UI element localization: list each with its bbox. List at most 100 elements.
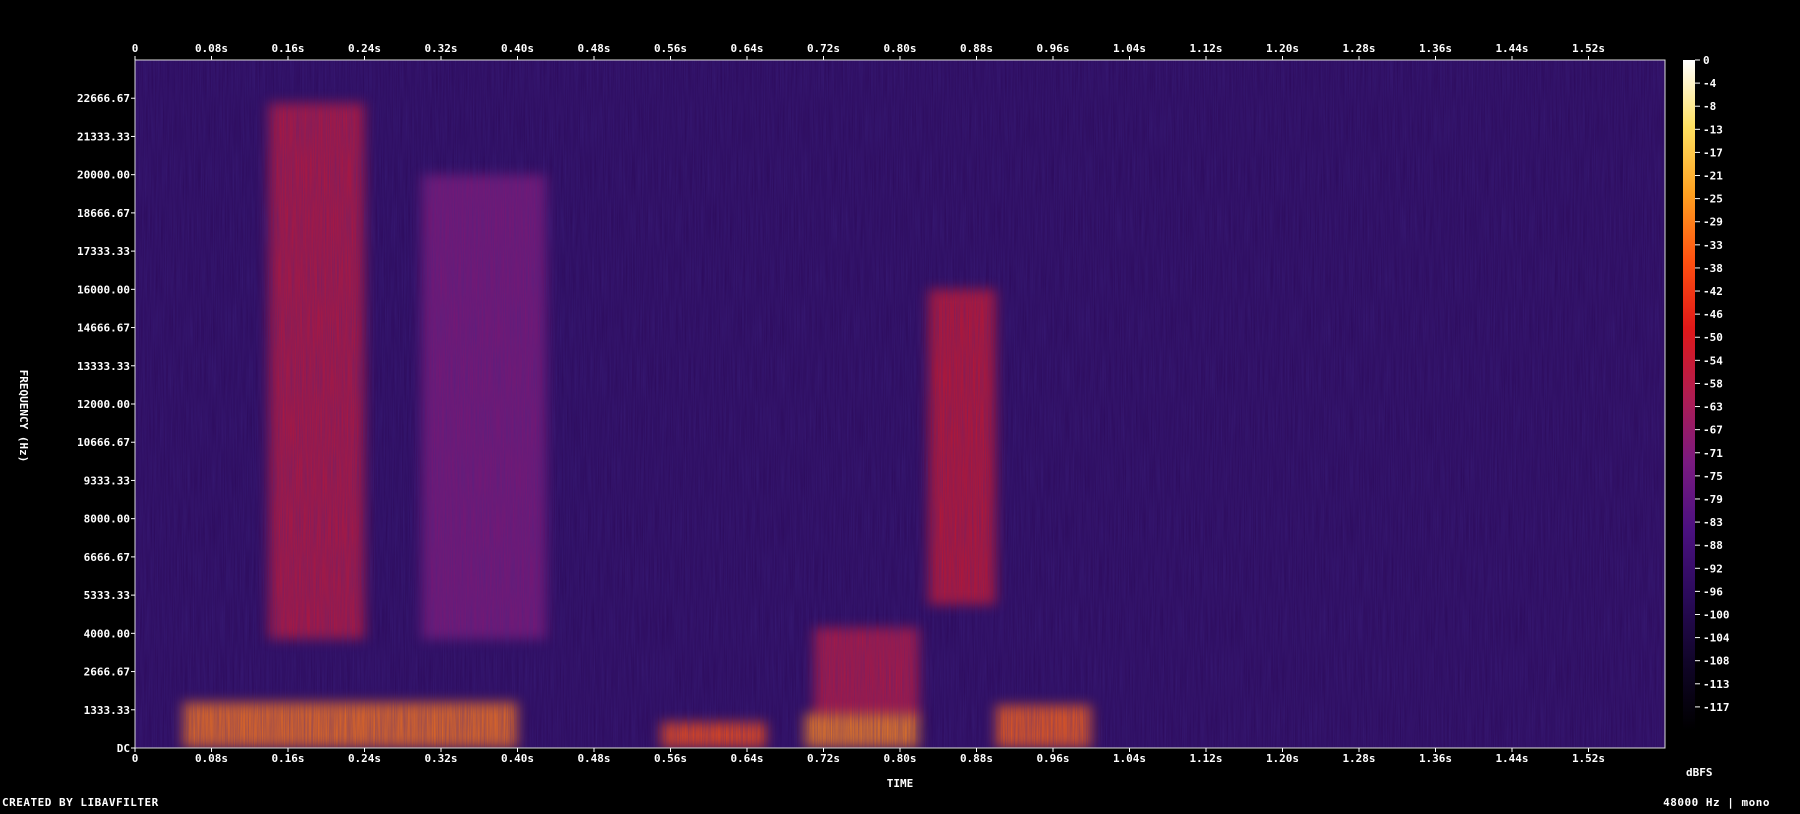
x-tick-label: 0.32s xyxy=(424,42,457,55)
y-tick-label: 16000.00 xyxy=(77,283,130,296)
x-tick-label: 0.88s xyxy=(960,752,993,765)
x-tick-label: 0.64s xyxy=(730,752,763,765)
y-tick-label: 14666.67 xyxy=(77,322,130,335)
y-tick-label: 2666.67 xyxy=(84,666,130,679)
colorbar-tick-label: -46 xyxy=(1703,308,1723,321)
colorbar-tick-label: -79 xyxy=(1703,493,1723,506)
colorbar-unit: dBFS xyxy=(1686,766,1713,779)
colorbar-tick-label: -42 xyxy=(1703,285,1723,298)
colorbar-tick-label: -29 xyxy=(1703,216,1723,229)
x-tick-label: 0.24s xyxy=(348,42,381,55)
y-tick-label: 6666.67 xyxy=(84,551,130,564)
y-tick-label: 18666.67 xyxy=(77,207,130,220)
y-tick-label: 4000.00 xyxy=(84,627,130,640)
x-axis-label: TIME xyxy=(887,777,914,790)
colorbar: 0 -4 -8 -13 -17 -21 -25 -29 -33 -38 -42 -46 -50 -54 -5… xyxy=(1683,54,1730,779)
y-tick-label: 10666.67 xyxy=(77,436,130,449)
colorbar-tick-label: -54 xyxy=(1703,354,1723,367)
colorbar-tick-label: -117 xyxy=(1703,701,1730,714)
colorbar-tick-label: -104 xyxy=(1703,632,1730,645)
x-tick-label: 0.64s xyxy=(730,42,763,55)
colorbar-tick-label: -50 xyxy=(1703,331,1723,344)
colorbar-ticks: 0 -4 -8 -13 -17 -21 -25 -29 -33 -38 -42 -46 -50 -54 -5… xyxy=(1695,54,1730,714)
x-tick-label: 0.08s xyxy=(195,752,228,765)
y-tick-label: 12000.00 xyxy=(77,398,130,411)
x-tick-label: 0.40s xyxy=(501,42,534,55)
colorbar-tick-label: -113 xyxy=(1703,678,1730,691)
x-tick-label: 0.88s xyxy=(960,42,993,55)
y-tick-label: 5333.33 xyxy=(84,589,130,602)
x-tick-label: 0.08s xyxy=(195,42,228,55)
x-axis-top: 0 0.08s 0.16s 0.24s 0.32s 0.40s 0.48s 0.56s 0.64… xyxy=(132,42,1605,60)
colorbar-tick-label: -83 xyxy=(1703,516,1723,529)
y-tick-label: 13333.33 xyxy=(77,360,130,373)
colorbar-tick-label: -67 xyxy=(1703,424,1723,437)
x-tick-label: 0.96s xyxy=(1036,752,1069,765)
credit-text: CREATED BY LIBAVFILTER xyxy=(2,796,159,809)
x-tick-label: 1.20s xyxy=(1266,42,1299,55)
y-tick-label: 8000.00 xyxy=(84,513,130,526)
x-tick-label: 0.40s xyxy=(501,752,534,765)
x-tick-label: 0.80s xyxy=(883,42,916,55)
y-tick-label: 21333.33 xyxy=(77,130,130,143)
colorbar-tick-label: -33 xyxy=(1703,239,1723,252)
y-tick-label: 17333.33 xyxy=(77,245,130,258)
x-tick-label: 0.72s xyxy=(807,42,840,55)
x-tick-label: 0.56s xyxy=(654,752,687,765)
x-tick-label: 0.56s xyxy=(654,42,687,55)
colorbar-tick-label: -88 xyxy=(1703,539,1723,552)
x-tick-label: 1.44s xyxy=(1495,752,1528,765)
x-axis-bottom: 0 0.08s 0.16s 0.24s 0.32s 0.40s 0.48s 0.56s 0.64… xyxy=(132,748,1605,765)
y-tick-label: 1333.33 xyxy=(84,704,130,717)
x-tick-label: 1.28s xyxy=(1342,42,1375,55)
sample-rate-text: 48000 Hz | mono xyxy=(1663,796,1770,809)
x-tick-label: 1.52s xyxy=(1572,42,1605,55)
colorbar-tick-label: 0 xyxy=(1703,54,1710,67)
colorbar-tick-label: -75 xyxy=(1703,470,1723,483)
x-tick-label: 1.12s xyxy=(1189,752,1222,765)
colorbar-tick-label: -13 xyxy=(1703,123,1723,136)
colorbar-tick-label: -92 xyxy=(1703,562,1723,575)
colorbar-tick-label: -100 xyxy=(1703,608,1730,621)
x-tick-label: 0.24s xyxy=(348,752,381,765)
spectrogram-view: 0 0.08s 0.16s 0.24s 0.32s 0.40s 0.48s 0.56s 0.64… xyxy=(0,0,1800,810)
spectrogram-chart: 0 0.08s 0.16s 0.24s 0.32s 0.40s 0.48s 0.56s 0.64… xyxy=(17,42,1730,790)
y-axis: DC 1333.33 2666.67 4000.00 5333.33 6666.67 800… xyxy=(77,92,135,755)
y-tick-label: 22666.67 xyxy=(77,92,130,105)
plot-area xyxy=(135,60,1665,748)
colorbar-tick-label: -96 xyxy=(1703,585,1723,598)
colorbar-tick-label: -63 xyxy=(1703,401,1723,414)
colorbar-tick-label: -25 xyxy=(1703,193,1723,206)
colorbar-tick-label: -17 xyxy=(1703,146,1723,159)
colorbar-tick-label: -108 xyxy=(1703,655,1730,668)
y-axis-label: FREQUENCY (Hz) xyxy=(17,370,30,463)
x-tick-label: 1.20s xyxy=(1266,752,1299,765)
x-tick-label: 1.36s xyxy=(1419,42,1452,55)
x-tick-label: 0.48s xyxy=(577,752,610,765)
colorbar-gradient xyxy=(1683,60,1695,730)
y-tick-label: 9333.33 xyxy=(84,474,130,487)
colorbar-tick-label: -21 xyxy=(1703,170,1723,183)
y-tick-label: DC xyxy=(117,742,130,755)
x-tick-label: 0.48s xyxy=(577,42,610,55)
x-tick-label: 0.32s xyxy=(424,752,457,765)
x-tick-label: 1.04s xyxy=(1113,752,1146,765)
colorbar-tick-label: -8 xyxy=(1703,100,1716,113)
x-tick-label: 0.16s xyxy=(271,752,304,765)
noise-texture xyxy=(135,60,1665,748)
colorbar-tick-label: -58 xyxy=(1703,377,1723,390)
x-tick-label: 1.28s xyxy=(1342,752,1375,765)
x-tick-label: 1.36s xyxy=(1419,752,1452,765)
colorbar-tick-label: -4 xyxy=(1703,77,1717,90)
x-tick-label: 1.12s xyxy=(1189,42,1222,55)
x-tick-label: 0.96s xyxy=(1036,42,1069,55)
x-tick-label: 0.16s xyxy=(271,42,304,55)
colorbar-tick-label: -38 xyxy=(1703,262,1723,275)
y-tick-label: 20000.00 xyxy=(77,169,130,182)
x-tick-label: 1.52s xyxy=(1572,752,1605,765)
x-tick-label: 1.04s xyxy=(1113,42,1146,55)
x-tick-label: 0 xyxy=(132,752,139,765)
x-tick-label: 0.80s xyxy=(883,752,916,765)
x-tick-label: 1.44s xyxy=(1495,42,1528,55)
x-tick-label: 0 xyxy=(132,42,139,55)
